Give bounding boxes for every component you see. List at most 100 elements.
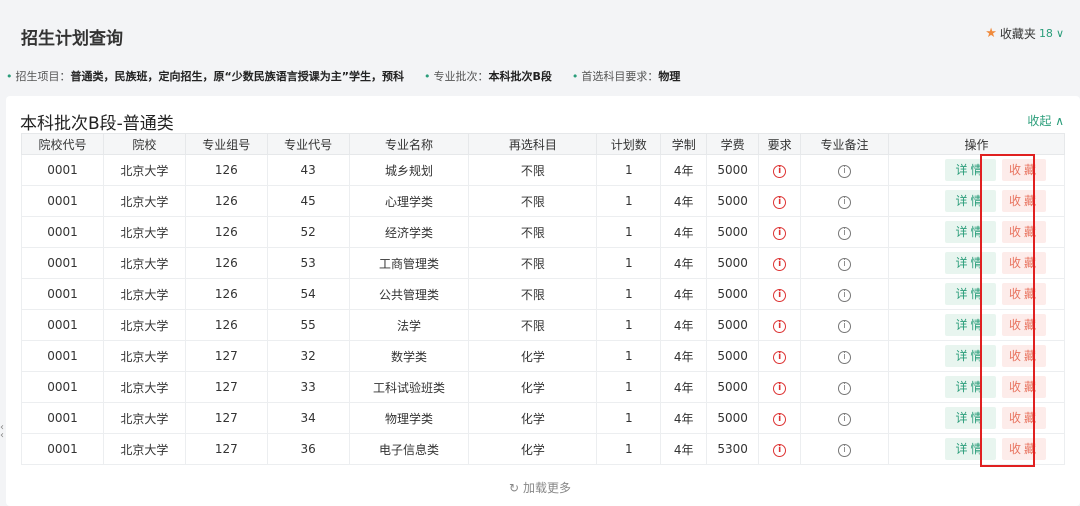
detail-button[interactable]: 详情 xyxy=(944,221,996,243)
favorite-button[interactable]: 收藏 xyxy=(1001,221,1046,243)
cell-code: 0001 xyxy=(21,278,104,310)
cell-major: 工科试验班类 xyxy=(348,371,470,403)
collapse-button[interactable]: 收起 ∧ xyxy=(1027,112,1064,129)
detail-button[interactable]: 详情 xyxy=(944,283,996,305)
requirement-info-icon[interactable]: i xyxy=(773,320,787,333)
filter-summary: • 招生项目： 普通类，民族班，定向招生，原“少数民族语言授课为主”学生，预科 … xyxy=(6,68,700,84)
load-more-button[interactable]: ↻ 加载更多 xyxy=(0,479,1080,496)
results-panel: 本科批次B段-普通类 收起 ∧ 院校代号 院校 专业组号 专业代号 专业名称 再… xyxy=(6,96,1080,506)
detail-button[interactable]: 详情 xyxy=(944,190,996,212)
favorites-button[interactable]: ★ 收藏夹 18 ∨ xyxy=(985,25,1064,42)
section-title: 本科批次B段-普通类 xyxy=(20,114,174,134)
cell-requirement: i xyxy=(758,340,802,372)
cell-major: 物理学类 xyxy=(348,402,470,434)
cell-major-code: 43 xyxy=(266,154,350,186)
requirement-info-icon[interactable]: i xyxy=(773,196,787,209)
note-info-icon[interactable]: i xyxy=(838,165,852,178)
table-row: 0001 北京大学 126 54 公共管理类 不限 1 4年 5000 i i 详情 收藏 xyxy=(21,278,1066,310)
cell-subject: 化学 xyxy=(468,371,598,403)
requirement-info-icon[interactable]: i xyxy=(773,227,787,240)
favorite-button[interactable]: 收藏 xyxy=(1001,190,1046,212)
cell-actions: 详情 收藏 xyxy=(887,185,1066,217)
note-info-icon[interactable]: i xyxy=(838,320,852,333)
requirement-info-icon[interactable]: i xyxy=(773,289,787,302)
favorite-button[interactable]: 收藏 xyxy=(1001,407,1046,429)
cell-major-code: 52 xyxy=(266,216,350,248)
favorite-button[interactable]: 收藏 xyxy=(1001,345,1046,367)
cell-code: 0001 xyxy=(21,371,104,403)
requirement-info-icon[interactable]: i xyxy=(773,413,787,426)
cell-subject: 不限 xyxy=(468,154,598,186)
cell-major: 电子信息类 xyxy=(348,433,470,465)
load-more-label: 加载更多 xyxy=(522,481,571,495)
cell-subject: 化学 xyxy=(468,433,598,465)
cell-years: 4年 xyxy=(660,278,708,310)
cell-actions: 详情 收藏 xyxy=(887,402,1066,434)
note-info-icon[interactable]: i xyxy=(838,196,852,209)
plan-table: 院校代号 院校 专业组号 专业代号 专业名称 再选科目 计划数 学制 学费 要求… xyxy=(21,133,1066,465)
cell-school: 北京大学 xyxy=(102,154,186,186)
cell-plan: 1 xyxy=(596,309,662,341)
column-header: 院校代号 xyxy=(21,133,104,155)
requirement-info-icon[interactable]: i xyxy=(773,382,787,395)
favorite-button[interactable]: 收藏 xyxy=(1001,159,1046,181)
note-info-icon[interactable]: i xyxy=(838,227,852,240)
detail-button[interactable]: 详情 xyxy=(944,376,996,398)
detail-button[interactable]: 详情 xyxy=(944,252,996,274)
cell-group: 127 xyxy=(184,433,268,465)
cell-major: 法学 xyxy=(348,309,470,341)
detail-button[interactable]: 详情 xyxy=(944,314,996,336)
star-icon: ★ xyxy=(985,26,997,41)
cell-actions: 详情 收藏 xyxy=(887,216,1066,248)
cell-plan: 1 xyxy=(596,154,662,186)
cell-major-code: 32 xyxy=(266,340,350,372)
cell-code: 0001 xyxy=(21,433,104,465)
cell-school: 北京大学 xyxy=(102,216,186,248)
cell-code: 0001 xyxy=(21,216,104,248)
favorite-button[interactable]: 收藏 xyxy=(1001,376,1046,398)
cell-requirement: i xyxy=(758,247,802,279)
cell-major-code: 34 xyxy=(266,402,350,434)
requirement-info-icon[interactable]: i xyxy=(773,258,787,271)
table-header-row: 院校代号 院校 专业组号 专业代号 专业名称 再选科目 计划数 学制 学费 要求… xyxy=(21,133,1066,155)
requirement-info-icon[interactable]: i xyxy=(773,351,787,364)
requirement-info-icon[interactable]: i xyxy=(773,165,787,178)
favorite-button[interactable]: 收藏 xyxy=(1001,314,1046,336)
filter-value: 普通类，民族班，定向招生，原“少数民族语言授课为主”学生，预科 xyxy=(70,70,404,83)
note-info-icon[interactable]: i xyxy=(838,351,852,364)
note-info-icon[interactable]: i xyxy=(838,382,852,395)
cell-subject: 化学 xyxy=(468,402,598,434)
table-row: 0001 北京大学 126 55 法学 不限 1 4年 5000 i i 详情 收藏 xyxy=(21,309,1066,341)
detail-button[interactable]: 详情 xyxy=(944,438,996,460)
cell-fee: 5000 xyxy=(706,309,760,341)
cell-requirement: i xyxy=(758,433,802,465)
side-collapse-handle[interactable]: ‹ ‹ xyxy=(0,423,4,441)
note-info-icon[interactable]: i xyxy=(838,289,852,302)
chevron-down-icon: ∨ xyxy=(1055,27,1064,40)
cell-group: 126 xyxy=(184,247,268,279)
note-info-icon[interactable]: i xyxy=(838,444,852,457)
favorite-button[interactable]: 收藏 xyxy=(1001,283,1046,305)
requirement-info-icon[interactable]: i xyxy=(773,444,787,457)
cell-note: i xyxy=(800,247,889,279)
cell-code: 0001 xyxy=(21,309,104,341)
favorite-button[interactable]: 收藏 xyxy=(1001,252,1046,274)
cell-years: 4年 xyxy=(660,185,708,217)
detail-button[interactable]: 详情 xyxy=(944,345,996,367)
page-header: 招生计划查询 ★ 收藏夹 18 ∨ • 招生项目： 普通类，民族班，定向招生，原… xyxy=(0,0,1080,92)
cell-major: 城乡规划 xyxy=(348,154,470,186)
cell-years: 4年 xyxy=(660,340,708,372)
detail-button[interactable]: 详情 xyxy=(944,407,996,429)
table-row: 0001 北京大学 126 53 工商管理类 不限 1 4年 5000 i i 详情 收藏 xyxy=(21,247,1066,279)
cell-plan: 1 xyxy=(596,433,662,465)
cell-major: 经济学类 xyxy=(348,216,470,248)
cell-plan: 1 xyxy=(596,340,662,372)
note-info-icon[interactable]: i xyxy=(838,258,852,271)
cell-major-code: 55 xyxy=(266,309,350,341)
cell-school: 北京大学 xyxy=(102,247,186,279)
cell-note: i xyxy=(800,154,889,186)
detail-button[interactable]: 详情 xyxy=(944,159,996,181)
note-info-icon[interactable]: i xyxy=(838,413,852,426)
favorite-button[interactable]: 收藏 xyxy=(1001,438,1046,460)
cell-years: 4年 xyxy=(660,247,708,279)
